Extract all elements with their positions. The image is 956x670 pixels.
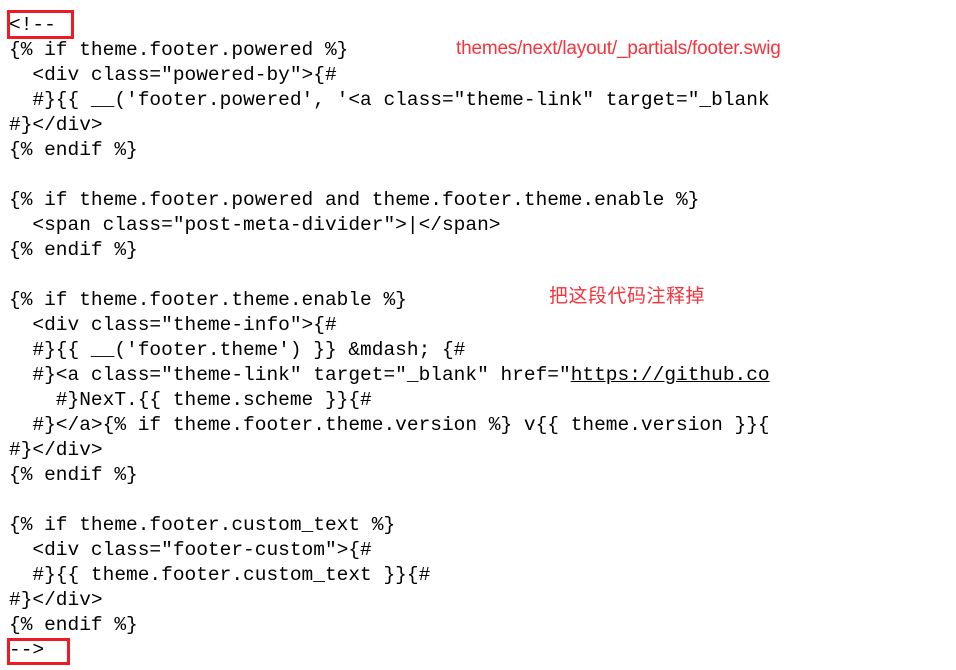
code-line[interactable]: <div class="footer-custom">{#	[9, 538, 371, 563]
github-url-link[interactable]: https://github.co	[571, 364, 770, 386]
code-line[interactable]: #}</div>	[9, 113, 103, 138]
comment-open-highlight-box	[7, 10, 74, 39]
code-line[interactable]: #}{{ __('footer.theme') }} &mdash; {#	[9, 338, 465, 363]
instruction-annotation: 把这段代码注释掉	[549, 286, 706, 307]
file-path-annotation: themes/next/layout/_partials/footer.swig	[456, 38, 781, 59]
code-line[interactable]: <div class="theme-info">{#	[9, 313, 336, 338]
code-line[interactable]: #}{{ __('footer.powered', '<a class="the…	[9, 88, 769, 113]
code-line[interactable]: <span class="post-meta-divider">|</span>	[9, 213, 500, 238]
code-line[interactable]: #}{{ theme.footer.custom_text }}{#	[9, 563, 430, 588]
code-line[interactable]: {% if theme.footer.custom_text %}	[9, 513, 395, 538]
code-line[interactable]: {% endif %}	[9, 463, 138, 488]
code-line[interactable]: {% endif %}	[9, 613, 138, 638]
code-line[interactable]: #}</div>	[9, 588, 103, 613]
code-line[interactable]: {% endif %}	[9, 238, 138, 263]
code-snippet[interactable]: <!-- {% if theme.footer.powered %} <div c…	[0, 0, 956, 670]
code-line[interactable]: #}<a class="theme-link" target="_blank" …	[9, 363, 770, 388]
screenshot-root: <!-- {% if theme.footer.powered %} <div c…	[0, 0, 956, 670]
comment-close-highlight-box	[7, 638, 70, 665]
code-line[interactable]: {% endif %}	[9, 138, 138, 163]
code-line[interactable]: {% if theme.footer.powered %}	[9, 38, 348, 63]
code-line[interactable]: {% if theme.footer.theme.enable %}	[9, 288, 407, 313]
code-line[interactable]: <div class="powered-by">{#	[9, 63, 336, 88]
code-line[interactable]: #}NexT.{{ theme.scheme }}{#	[9, 388, 372, 413]
code-line[interactable]: {% if theme.footer.powered and theme.foo…	[9, 188, 699, 213]
code-line[interactable]: #}</div>	[9, 438, 103, 463]
code-line[interactable]: #}</a>{% if theme.footer.theme.version %…	[9, 413, 769, 438]
